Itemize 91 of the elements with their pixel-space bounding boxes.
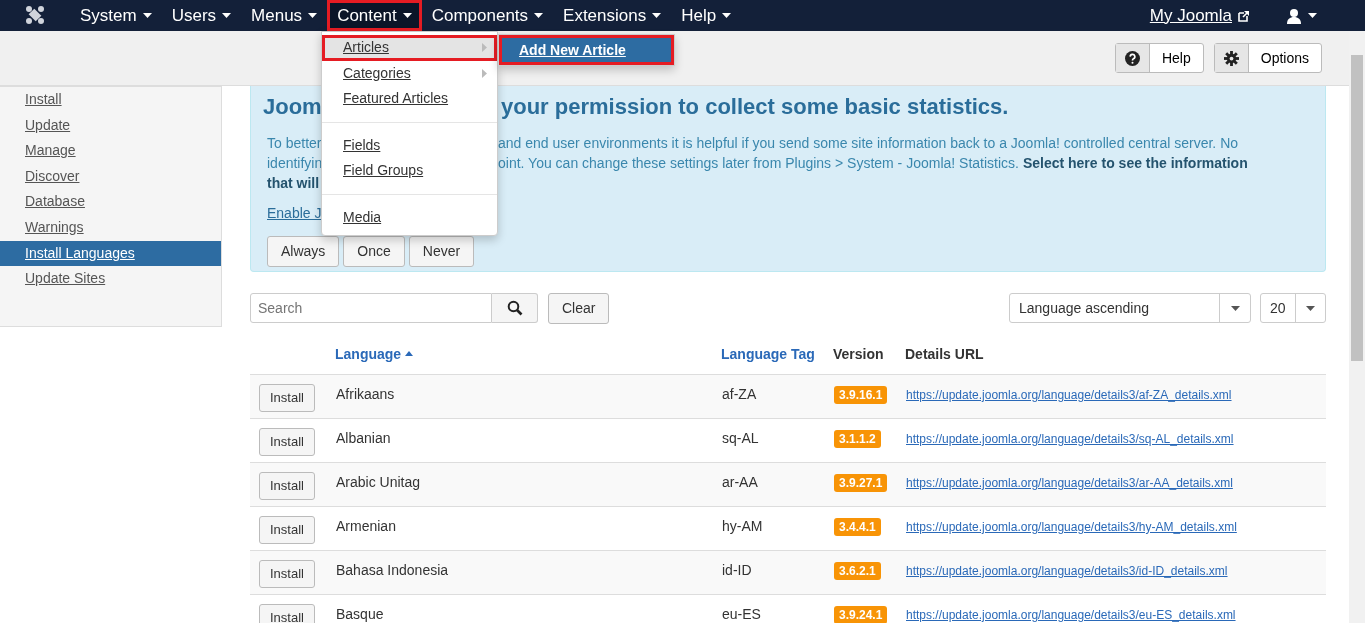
column-header-link[interactable]: Language Tag [721,346,815,362]
message-heading: Joom [263,93,323,121]
install-button[interactable]: Install [259,384,315,412]
table-cell: ar-AA [722,474,758,490]
sidebar-item[interactable]: Discover [0,163,221,190]
menu-item[interactable]: Menus [241,0,328,31]
caret-icon [142,13,152,18]
search-button[interactable] [492,293,538,323]
message-text: that will [267,174,320,193]
search-field[interactable]: Search [250,293,492,323]
version-badge: 3.9.16.1 [834,386,888,404]
menu-item[interactable]: Help [671,0,742,31]
settings-icon [1223,50,1239,66]
external-link-icon [1238,9,1250,22]
message-heading: your permission to collect some basic statistics. [501,93,1010,121]
menu-item[interactable]: Users [161,0,242,31]
caret-icon [1308,13,1317,18]
caret-icon [402,13,412,18]
version-badge: 3.9.24.1 [834,606,888,623]
help-button[interactable]: Help [1114,43,1204,73]
column-header: Version [833,346,884,362]
menu-item[interactable]: Categories [322,60,497,86]
menu-item[interactable]: Extensions [553,0,672,31]
message-text: and end user environments it is helpful if you send some site information back to a Joomla! controlled central server. No [498,134,1239,153]
caret-icon [1230,305,1240,311]
table-cell: Bahasa Indonesia [336,562,449,578]
menu-item[interactable]: Components [421,0,554,31]
sidebar-item[interactable]: Install Languages [0,240,221,267]
menu-item[interactable]: Fields [322,132,497,158]
table-cell: Albanian [336,430,391,446]
install-button[interactable]: Install [259,560,315,588]
sort-select[interactable]: Language ascending [1009,293,1251,323]
table-cell: sq-AL [722,430,759,446]
table-cell: eu-ES [722,606,761,622]
menu-item[interactable]: Featured Articles [322,86,497,112]
sort-icon [405,351,413,356]
table-cell: Afrikaans [336,386,395,402]
details-link[interactable]: https://update.joomla.org/language/details3/sq-AL_details.xml [906,432,1234,446]
table-cell: af-ZA [722,386,757,402]
menu-item[interactable]: System [70,0,162,31]
menu-item[interactable]: Field Groups [322,158,497,184]
install-button[interactable]: Install [259,604,315,623]
menu-item[interactable]: Content [327,0,422,31]
table-cell: Armenian [336,518,396,534]
caret-icon [534,13,544,18]
user-icon [1286,7,1302,24]
caret-icon [222,13,232,18]
caret-icon [1305,305,1315,311]
install-button[interactable]: Install [259,516,315,544]
table-cell: Basque [336,606,384,622]
version-badge: 3.4.4.1 [834,518,881,536]
sidebar-item[interactable]: Install [0,87,221,113]
install-button[interactable]: Install [259,472,315,500]
version-badge: 3.1.1.2 [834,430,881,448]
menu-item[interactable]: Add New Article [499,35,674,65]
clear-button[interactable]: Clear [548,292,610,324]
table-cell: id-ID [722,562,752,578]
sidebar-item[interactable]: Warnings [0,214,221,241]
search-icon [506,300,523,316]
sidebar-item[interactable]: Database [0,189,221,215]
install-button[interactable]: Install [259,428,315,456]
column-header-link[interactable]: Language [335,346,413,362]
options-button[interactable]: Options [1213,43,1322,73]
column-header: Details URL [905,346,984,362]
scrollbar-thumb[interactable] [1351,55,1363,361]
details-link[interactable]: https://update.joomla.org/language/details3/eu-ES_details.xml [906,608,1236,622]
sidebar-item[interactable]: Update Sites [0,266,221,292]
menu-item[interactable]: Media [322,204,497,230]
table-cell: Arabic Unitag [336,474,421,490]
site-link[interactable]: My Joomla [1139,0,1260,31]
submenu-arrow-icon [482,68,487,78]
choice-button[interactable]: Never [408,236,475,267]
limit-select[interactable]: 20 [1260,293,1326,323]
caret-icon [652,13,662,18]
version-badge: 3.9.27.1 [834,474,888,492]
sidebar-item[interactable]: Manage [0,138,221,164]
help-icon [1124,50,1140,66]
caret-icon [308,13,318,18]
choice-button[interactable]: Once [343,236,405,267]
version-badge: 3.6.2.1 [834,562,881,580]
message-text: identifyin [267,154,323,173]
choice-button[interactable]: Always [267,236,340,267]
message-text: To better [267,134,322,153]
sidebar-item[interactable]: Update [0,112,221,139]
message-text: oint. You can change these settings later from Plugins > System - Joomla! Statistics. Select here to see the information [498,154,1248,173]
details-link[interactable]: https://update.joomla.org/language/details3/hy-AM_details.xml [906,520,1237,534]
submenu-arrow-icon [482,43,487,53]
table-cell: hy-AM [722,518,763,534]
caret-icon [722,13,732,18]
enable-link[interactable]: Enable J [267,203,322,224]
menu-item[interactable]: Articles [322,35,497,61]
